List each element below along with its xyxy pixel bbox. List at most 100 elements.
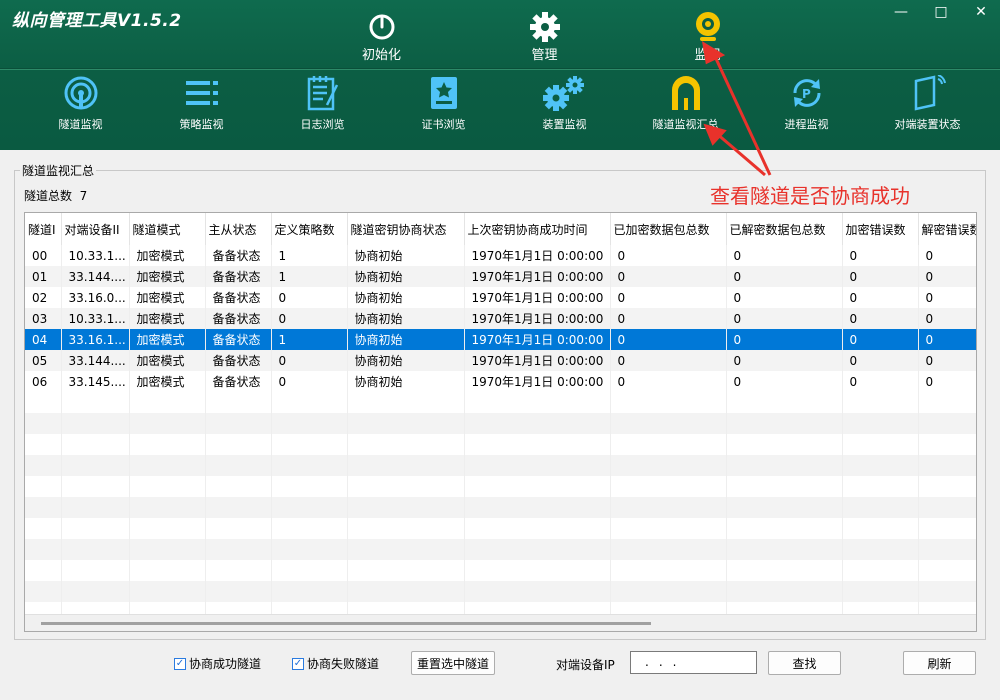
success-tunnel-checkbox[interactable]: ✓ 协商成功隧道 bbox=[174, 655, 261, 672]
table-cell: 协商初始 bbox=[347, 329, 465, 350]
empty-cell bbox=[205, 413, 272, 434]
table-cell: 备备状态 bbox=[205, 371, 272, 392]
table-cell: 0 bbox=[726, 266, 843, 287]
empty-cell bbox=[61, 560, 130, 581]
sub-nav-tunnel-monitor[interactable]: 隧道监视 bbox=[20, 72, 141, 132]
empty-cell bbox=[129, 476, 206, 497]
table-cell: 0 bbox=[610, 371, 727, 392]
column-header[interactable]: 定义策略数 bbox=[271, 213, 348, 245]
table-cell: 加密模式 bbox=[129, 287, 206, 308]
table-cell: 06 bbox=[25, 371, 62, 392]
empty-cell bbox=[726, 539, 843, 560]
search-button[interactable]: 查找 bbox=[768, 651, 841, 675]
table-row[interactable]: 06 33.145.... 加密模式 备备状态 0 协商初始 1970年1月1日 0:00:… bbox=[25, 371, 976, 392]
column-header[interactable]: 解密错误数 bbox=[918, 213, 976, 245]
table-row[interactable]: 02 33.16.0... 加密模式 备备状态 0 协商初始 1970年1月1日 0:00:… bbox=[25, 287, 976, 308]
table-cell: 加密模式 bbox=[129, 329, 206, 350]
table-cell: 加密模式 bbox=[129, 308, 206, 329]
close-icon[interactable]: ✕ bbox=[972, 4, 990, 20]
empty-cell bbox=[726, 518, 843, 539]
column-header[interactable]: 对端设备II bbox=[61, 213, 130, 245]
reset-selected-tunnel-button[interactable]: 重置选中隧道 bbox=[411, 651, 495, 675]
sub-nav-tunnel-summary[interactable]: 隧道监视汇总 bbox=[625, 72, 746, 132]
empty-row bbox=[25, 560, 976, 581]
table-row[interactable]: 05 33.144.... 加密模式 备备状态 0 协商初始 1970年1月1日 0:00:… bbox=[25, 350, 976, 371]
scrollbar-thumb[interactable] bbox=[41, 622, 651, 625]
table-cell: 备备状态 bbox=[205, 329, 272, 350]
empty-cell bbox=[25, 560, 62, 581]
svg-text:P: P bbox=[802, 87, 811, 101]
table-row[interactable]: 00 10.33.1... 加密模式 备备状态 1 协商初始 1970年1月1日 0:00:… bbox=[25, 245, 976, 266]
peer-ip-input[interactable]: ... bbox=[630, 651, 757, 674]
column-header[interactable]: 加密错误数 bbox=[842, 213, 919, 245]
empty-cell bbox=[25, 518, 62, 539]
table-row[interactable]: 01 33.144.... 加密模式 备备状态 1 协商初始 1970年1月1日 0:00:… bbox=[25, 266, 976, 287]
empty-cell bbox=[918, 560, 976, 581]
horizontal-scrollbar[interactable] bbox=[25, 614, 976, 631]
main-nav: 初始化 管理 监视 bbox=[300, 10, 789, 63]
table-cell: 0 bbox=[271, 308, 348, 329]
empty-cell bbox=[464, 497, 611, 518]
empty-cell bbox=[842, 560, 919, 581]
empty-cell bbox=[347, 518, 465, 539]
table-row[interactable]: 03 10.33.1... 加密模式 备备状态 0 协商初始 1970年1月1日 0:00:… bbox=[25, 308, 976, 329]
sub-nav-device-monitor[interactable]: 装置监视 bbox=[504, 72, 625, 132]
empty-cell bbox=[61, 455, 130, 476]
main-nav-init[interactable]: 初始化 bbox=[300, 10, 463, 63]
empty-row bbox=[25, 413, 976, 434]
table-cell: 1 bbox=[271, 266, 348, 287]
empty-row bbox=[25, 539, 976, 560]
table-cell: 0 bbox=[610, 245, 727, 266]
column-header[interactable]: 已解密数据包总数 bbox=[726, 213, 843, 245]
empty-cell bbox=[726, 497, 843, 518]
empty-cell bbox=[205, 518, 272, 539]
empty-cell bbox=[205, 497, 272, 518]
empty-cell bbox=[347, 581, 465, 602]
table-cell: 备备状态 bbox=[205, 245, 272, 266]
empty-cell bbox=[610, 455, 727, 476]
maximize-icon[interactable]: □ bbox=[932, 4, 950, 20]
column-header[interactable]: 上次密钥协商成功时间 bbox=[464, 213, 611, 245]
table-cell: 02 bbox=[25, 287, 62, 308]
table-cell: 0 bbox=[610, 287, 727, 308]
column-header[interactable]: 隧道密钥协商状态 bbox=[347, 213, 465, 245]
empty-cell bbox=[842, 392, 919, 413]
sub-nav-process-monitor[interactable]: P 进程监视 bbox=[746, 72, 867, 132]
fail-tunnel-checkbox[interactable]: ✓ 协商失败隧道 bbox=[292, 655, 379, 672]
table-cell: 0 bbox=[271, 371, 348, 392]
empty-cell bbox=[25, 581, 62, 602]
table-cell: 1970年1月1日 0:00:00 bbox=[464, 371, 611, 392]
sub-nav: 隧道监视 策略监视 日志浏览 证书浏览 装置监视 隧道监视汇总 P 进程监视 对… bbox=[20, 72, 988, 132]
tunnel-table[interactable]: 隧道I 对端设备II 隧道模式 主从状态 定义策略数 隧道密钥协商状态 上次密钥协商成功时间… bbox=[24, 212, 977, 632]
main-nav-monitor[interactable]: 监视 bbox=[626, 10, 789, 63]
column-header[interactable]: 隧道模式 bbox=[129, 213, 206, 245]
empty-cell bbox=[129, 392, 206, 413]
empty-cell bbox=[129, 497, 206, 518]
empty-cell bbox=[464, 539, 611, 560]
column-header[interactable]: 已加密数据包总数 bbox=[610, 213, 727, 245]
checkbox-checked-icon[interactable]: ✓ bbox=[174, 657, 186, 670]
empty-cell bbox=[842, 518, 919, 539]
empty-cell bbox=[271, 434, 348, 455]
empty-cell bbox=[610, 518, 727, 539]
empty-cell bbox=[61, 476, 130, 497]
table-row[interactable]: 04 33.16.1... 加密模式 备备状态 1 协商初始 1970年1月1日 0:00:… bbox=[25, 329, 976, 350]
empty-cell bbox=[25, 497, 62, 518]
tunnel-icon bbox=[625, 72, 746, 114]
table-cell: 01 bbox=[25, 266, 62, 287]
empty-cell bbox=[205, 434, 272, 455]
sub-nav-peer-device-status[interactable]: 对端装置状态 bbox=[867, 72, 988, 132]
refresh-button[interactable]: 刷新 bbox=[903, 651, 976, 675]
sub-nav-log-browse[interactable]: 日志浏览 bbox=[262, 72, 383, 132]
empty-cell bbox=[271, 455, 348, 476]
table-cell: 0 bbox=[610, 350, 727, 371]
minimize-icon[interactable]: — bbox=[892, 4, 910, 20]
checkbox-checked-icon[interactable]: ✓ bbox=[292, 657, 304, 670]
table-cell: 03 bbox=[25, 308, 62, 329]
sub-nav-cert-browse[interactable]: 证书浏览 bbox=[383, 72, 504, 132]
column-header[interactable]: 主从状态 bbox=[205, 213, 272, 245]
column-header[interactable]: 隧道I bbox=[25, 213, 62, 245]
sub-nav-policy-monitor[interactable]: 策略监视 bbox=[141, 72, 262, 132]
table-cell: 加密模式 bbox=[129, 266, 206, 287]
main-nav-manage[interactable]: 管理 bbox=[463, 10, 626, 63]
